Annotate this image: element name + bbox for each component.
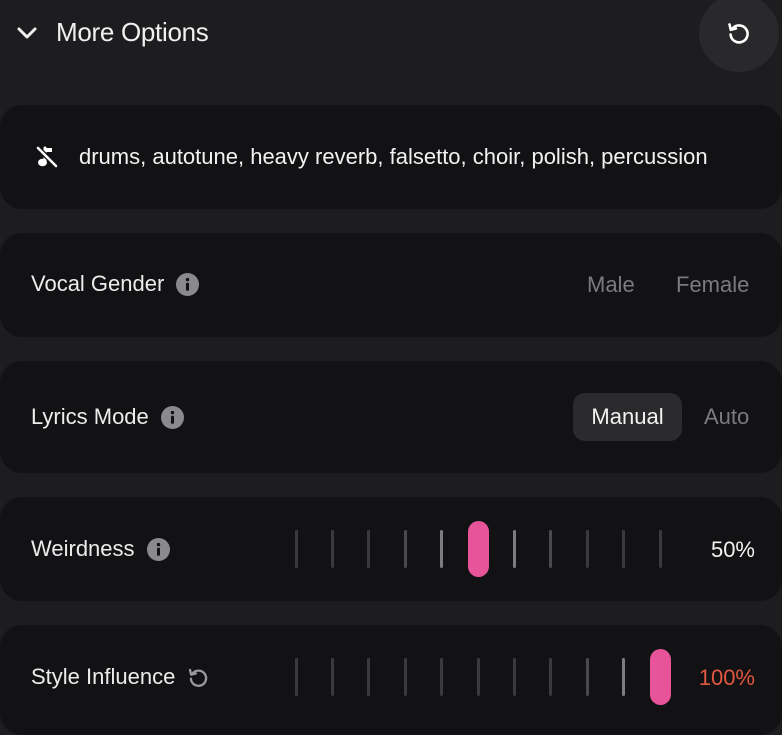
slider-tick	[330, 530, 334, 568]
vocal-gender-label-text: Vocal Gender	[31, 271, 165, 296]
weirdness-slider[interactable]	[286, 521, 670, 577]
vocal-gender-label: Vocal Gender	[31, 271, 200, 297]
slider-tick	[585, 658, 589, 696]
reset-icon[interactable]	[187, 666, 210, 689]
chevron-down-icon[interactable]	[16, 24, 38, 42]
slider-tick	[512, 530, 516, 568]
style-influence-slider[interactable]	[286, 649, 671, 705]
style-influence-value: 100%	[698, 665, 755, 690]
info-icon[interactable]	[146, 537, 170, 561]
slider-tick	[403, 658, 407, 696]
slider-tick	[440, 658, 444, 696]
exclude-styles-input[interactable]: drums, autotune, heavy reverb, falsetto,…	[79, 144, 708, 170]
lyrics-mode-manual-option[interactable]: Manual	[573, 393, 682, 441]
slider-tick	[294, 530, 298, 568]
slider-tick	[512, 658, 516, 696]
more-options-title: More Options	[56, 17, 209, 47]
vocal-gender-row: Vocal Gender Male Female	[0, 233, 782, 337]
slider-thumb[interactable]	[649, 649, 671, 705]
style-influence-label-text: Style Influence	[31, 664, 176, 689]
lyrics-mode-row: Lyrics Mode Manual Auto	[0, 361, 782, 473]
slider-tick	[549, 658, 553, 696]
slider-tick	[622, 658, 626, 696]
reset-all-button[interactable]	[699, 0, 779, 72]
lyrics-mode-label: Lyrics Mode	[31, 404, 184, 430]
slider-tick	[367, 658, 371, 696]
slider-tick	[330, 658, 334, 696]
slider-tick	[294, 658, 298, 696]
slider-tick	[367, 530, 371, 568]
slider-tick	[622, 530, 626, 568]
exclude-styles-card[interactable]: drums, autotune, heavy reverb, falsetto,…	[0, 105, 782, 209]
slider-tick	[440, 530, 444, 568]
style-influence-label: Style Influence	[31, 664, 210, 690]
vocal-gender-female-option[interactable]: Female	[676, 272, 749, 298]
slider-tick	[658, 530, 662, 568]
info-icon[interactable]	[176, 272, 200, 296]
reset-icon	[728, 23, 749, 44]
weirdness-value: 50%	[710, 537, 755, 562]
slider-tick	[585, 530, 589, 568]
slider-tick	[403, 530, 407, 568]
slider-tick	[549, 530, 553, 568]
slider-tick	[476, 658, 480, 696]
weirdness-label: Weirdness	[31, 536, 170, 562]
slider-thumb[interactable]	[467, 521, 489, 577]
weirdness-row: Weirdness 50%	[0, 497, 782, 601]
lyrics-mode-label-text: Lyrics Mode	[31, 404, 149, 429]
info-icon[interactable]	[160, 405, 184, 429]
vocal-gender-male-option[interactable]: Male	[587, 272, 635, 298]
music-note-off-icon	[36, 145, 58, 169]
lyrics-mode-auto-option[interactable]: Auto	[704, 404, 749, 430]
more-options-header[interactable]: More Options	[0, 0, 782, 72]
weirdness-label-text: Weirdness	[31, 536, 135, 561]
